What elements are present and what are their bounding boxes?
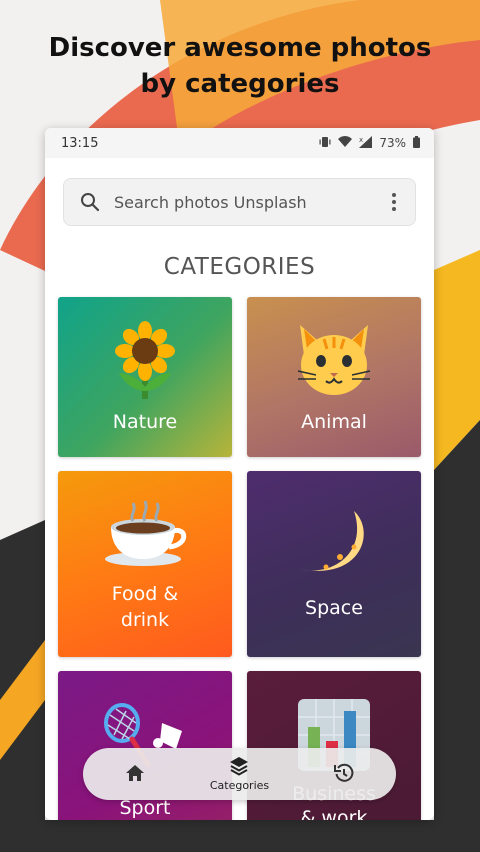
more-vert-icon[interactable] <box>389 193 399 211</box>
category-label: Space <box>305 597 363 619</box>
wifi-icon <box>338 136 353 150</box>
search-bar[interactable] <box>63 178 416 226</box>
category-food-drink[interactable]: Food & drink <box>58 471 232 657</box>
section-title: CATEGORIES <box>163 254 316 280</box>
history-icon <box>333 763 354 782</box>
headline-line-1: Discover awesome photos <box>48 33 432 63</box>
nav-history[interactable] <box>299 751 389 797</box>
phone-screen: 13:15 x 73% CATEGORIES <box>45 128 434 820</box>
nav-categories-label: Categories <box>209 779 270 792</box>
svg-text:x: x <box>359 136 363 144</box>
category-animal[interactable]: Animal <box>247 297 421 457</box>
battery-icon <box>413 135 420 151</box>
search-icon <box>81 193 100 212</box>
search-input[interactable] <box>114 192 389 212</box>
home-icon <box>126 764 145 781</box>
category-label: Nature <box>112 411 178 433</box>
category-space[interactable]: Space <box>247 471 421 657</box>
category-label: Food & <box>111 583 179 605</box>
bottom-navigation: Categories <box>83 748 396 800</box>
signal-icon: x <box>359 135 373 151</box>
vibrate-icon <box>319 136 331 151</box>
layers-icon <box>230 757 249 776</box>
category-nature[interactable]: Nature <box>58 297 232 457</box>
battery-percent: 73% <box>379 136 406 150</box>
status-time: 13:15 <box>61 135 99 151</box>
status-bar: 13:15 x 73% <box>45 128 434 158</box>
category-label-line-2: & work <box>300 807 368 820</box>
cat-face-icon <box>247 321 421 399</box>
crescent-moon-icon <box>247 507 421 587</box>
hot-beverage-icon <box>58 497 232 567</box>
status-icons: x 73% <box>319 135 420 151</box>
nav-home[interactable] <box>90 751 180 797</box>
category-label-line-2: drink <box>120 609 170 631</box>
headline-line-2: by categories <box>140 69 340 99</box>
category-label: Animal <box>301 411 367 433</box>
nav-categories[interactable]: Categories <box>194 751 284 797</box>
sunflower-icon <box>58 321 232 401</box>
headline: Discover awesome photos by categories <box>0 30 480 102</box>
